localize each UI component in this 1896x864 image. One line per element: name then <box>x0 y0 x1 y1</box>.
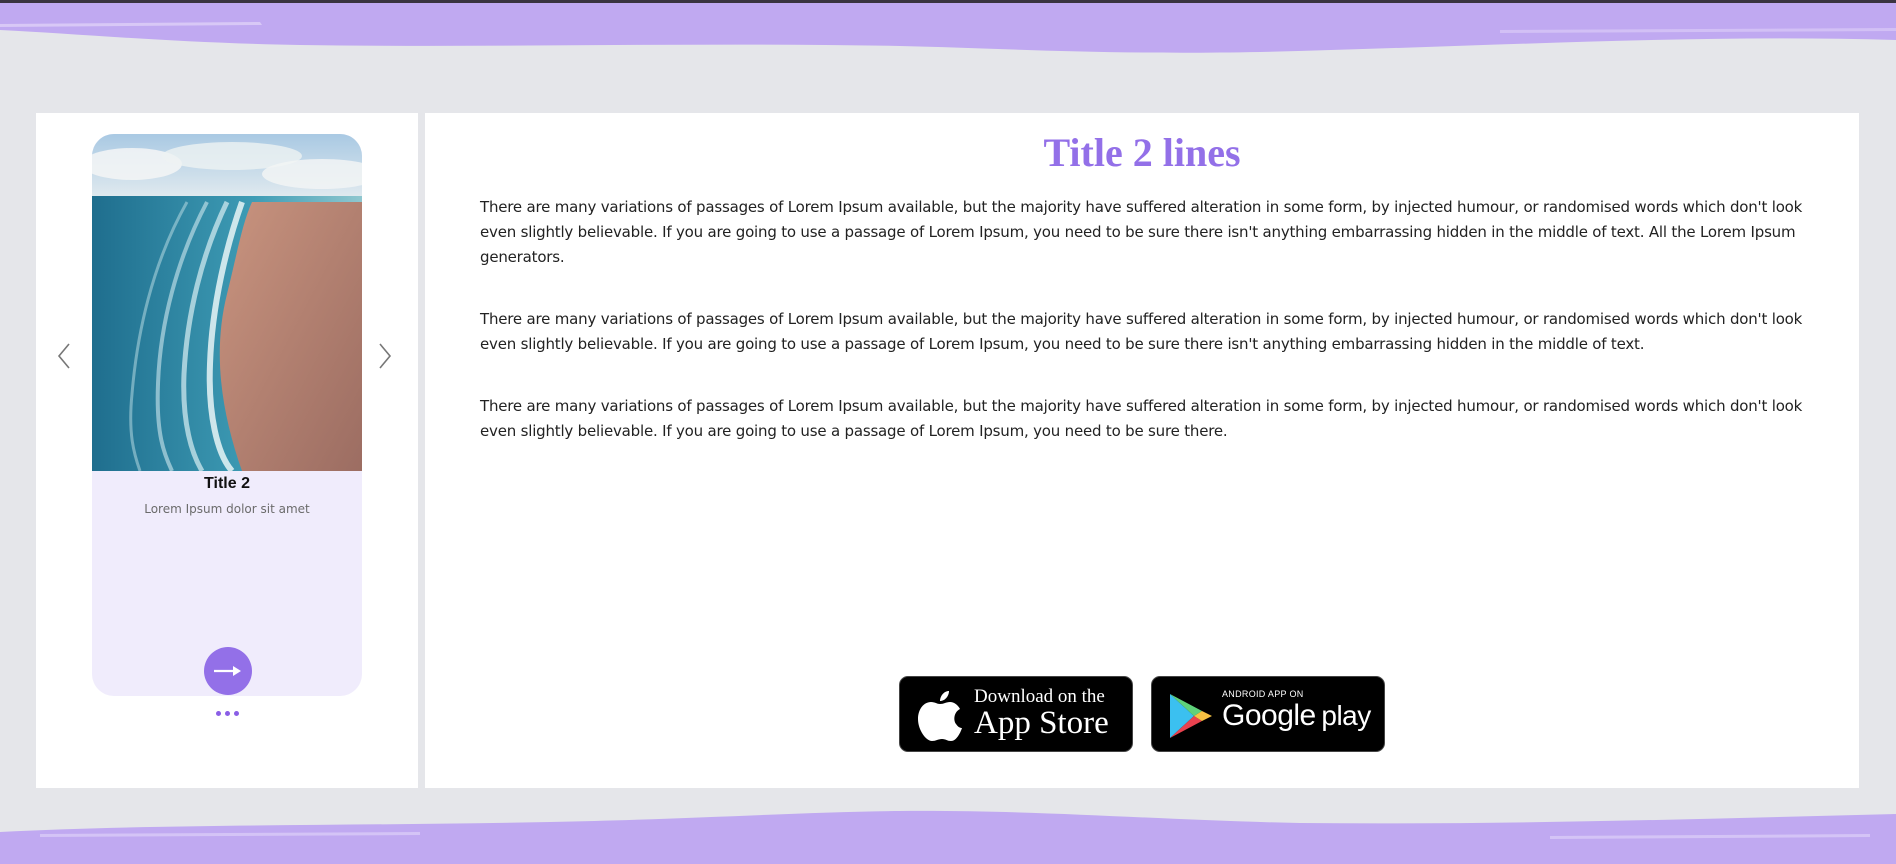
slide-card: Title 2 Lorem Ipsum dolor sit amet <box>92 134 362 696</box>
app-store-badge[interactable]: Download on the App Store <box>899 676 1133 752</box>
content-paragraph: There are many variations of passages of… <box>480 198 1803 266</box>
apple-icon <box>918 691 962 741</box>
arrow-right-icon <box>214 666 241 676</box>
card-action-button[interactable] <box>204 647 252 695</box>
slider-panel: Title 2 Lorem Ipsum dolor sit amet <box>36 113 418 788</box>
slider-next-button[interactable] <box>373 340 397 372</box>
content-paragraph: There are many variations of passages of… <box>480 397 1803 440</box>
content-paragraph: There are many variations of passages of… <box>480 310 1803 353</box>
play-word: play <box>1321 700 1371 731</box>
app-store-line2: App Store <box>974 705 1109 741</box>
content-panel: Title 2 lines There are many variations … <box>425 113 1859 788</box>
slider-prev-button[interactable] <box>52 340 76 372</box>
bottom-brush-stroke <box>0 810 1896 864</box>
pagination-dot[interactable] <box>215 711 221 716</box>
pagination-dot[interactable] <box>233 711 239 716</box>
google-play-line2: Google play <box>1222 699 1371 733</box>
google-play-line1: ANDROID APP ON <box>1222 689 1304 699</box>
pagination-dot[interactable] <box>224 711 230 716</box>
card-title: Title 2 <box>204 475 250 492</box>
beach-photo <box>92 134 362 471</box>
google-word: Google <box>1222 699 1316 732</box>
slider-pagination <box>36 711 418 716</box>
google-play-badge[interactable]: ANDROID APP ON Google play <box>1151 676 1385 752</box>
google-play-icon <box>1170 694 1212 738</box>
chevron-right-icon <box>379 343 392 369</box>
chevron-left-icon <box>57 343 70 369</box>
card-subtitle: Lorem Ipsum dolor sit amet <box>144 502 310 516</box>
content-title: Title 2 lines <box>1043 130 1241 175</box>
top-brush-stroke <box>0 3 1896 53</box>
